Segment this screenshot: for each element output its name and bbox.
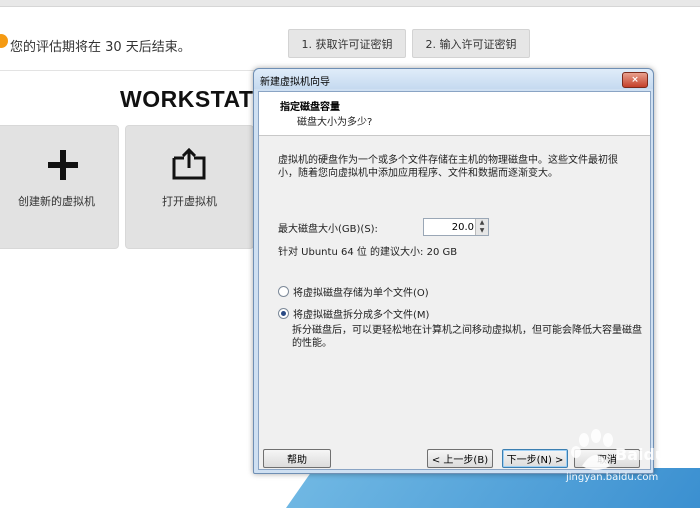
split-files-radio[interactable] bbox=[278, 308, 289, 319]
get-license-key-button[interactable]: 1. 获取许可证密钥 bbox=[288, 29, 406, 58]
next-button[interactable]: 下一步(N) > bbox=[502, 449, 568, 468]
watermark-url: jingyan.baidu.com bbox=[566, 472, 659, 483]
split-files-label: 将虚拟磁盘拆分成多个文件(M) bbox=[293, 310, 430, 321]
create-vm-tile[interactable]: 创建新的虚拟机 bbox=[0, 125, 119, 249]
dialog-titlebar[interactable]: 新建虚拟机向导 × bbox=[254, 69, 653, 89]
dialog-title: 新建虚拟机向导 bbox=[260, 77, 330, 88]
close-icon[interactable]: × bbox=[622, 72, 648, 88]
warning-icon bbox=[0, 34, 8, 48]
single-file-radio[interactable] bbox=[278, 286, 289, 297]
top-strip bbox=[0, 0, 700, 7]
open-folder-icon bbox=[172, 147, 206, 180]
workstation-logo-text: WORKSTAT bbox=[120, 86, 254, 112]
max-disk-size-input[interactable] bbox=[424, 219, 476, 235]
disk-description: 虚拟机的硬盘作为一个或多个文件存储在主机的物理磁盘中。这些文件最初很小，随着您向… bbox=[278, 155, 618, 179]
spin-down-icon[interactable]: ▼ bbox=[475, 227, 488, 235]
single-file-option[interactable]: 将虚拟磁盘存储为单个文件(O) bbox=[278, 284, 429, 299]
wizard-header: 指定磁盘容量 磁盘大小为多少? bbox=[259, 92, 650, 136]
recommended-size-text: 针对 Ubuntu 64 位 的建议大小: 20 GB bbox=[278, 247, 458, 258]
single-file-label: 将虚拟磁盘存储为单个文件(O) bbox=[293, 288, 429, 299]
step-title: 指定磁盘容量 bbox=[280, 102, 340, 113]
enter-license-key-button[interactable]: 2. 输入许可证密钥 bbox=[412, 29, 530, 58]
wizard-footer: 帮助 < 上一步(B) 下一步(N) > 取消 bbox=[259, 441, 650, 469]
split-files-option[interactable]: 将虚拟磁盘拆分成多个文件(M) bbox=[278, 306, 429, 321]
evaluation-banner-text: 您的评估期将在 30 天后结束。 bbox=[10, 40, 191, 55]
create-vm-label: 创建新的虚拟机 bbox=[18, 195, 95, 208]
open-vm-label: 打开虚拟机 bbox=[162, 195, 217, 208]
split-files-note: 拆分磁盘后，可以更轻松地在计算机之间移动虚拟机，但可能会降低大容量磁盘的性能。 bbox=[292, 325, 642, 349]
new-vm-wizard-dialog: 新建虚拟机向导 × 指定磁盘容量 磁盘大小为多少? 虚拟机的硬盘作为一个或多个文… bbox=[253, 68, 654, 474]
back-button[interactable]: < 上一步(B) bbox=[427, 449, 493, 468]
max-disk-size-label: 最大磁盘大小(GB)(S): bbox=[278, 224, 378, 235]
watermark-text: Baidu经验 bbox=[615, 445, 699, 464]
plus-icon bbox=[48, 150, 78, 180]
help-button[interactable]: 帮助 bbox=[263, 449, 331, 468]
open-vm-tile[interactable]: 打开虚拟机 bbox=[125, 125, 254, 249]
max-disk-size-stepper[interactable]: ▲ ▼ bbox=[423, 218, 489, 236]
step-subtitle: 磁盘大小为多少? bbox=[297, 117, 373, 128]
dialog-body: 指定磁盘容量 磁盘大小为多少? 虚拟机的硬盘作为一个或多个文件存储在主机的物理磁… bbox=[258, 91, 651, 470]
divider bbox=[0, 70, 255, 71]
